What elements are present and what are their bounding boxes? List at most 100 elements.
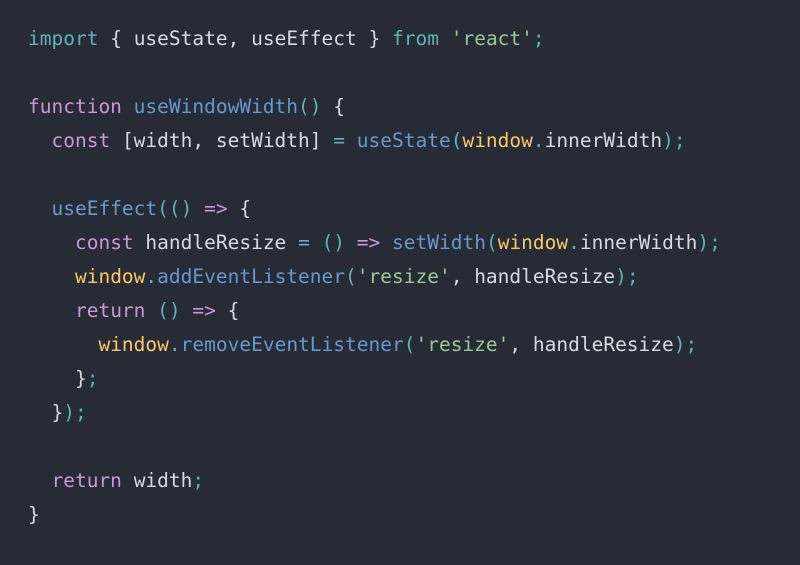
code-editor-surface[interactable]: import { useState, useEffect } from 'rea… [0,0,800,565]
code-token: innerWidth [544,129,663,152]
code-token: => [204,197,228,220]
code-token: removeEventListener [180,333,404,356]
code-token: } [74,367,87,390]
code-line: import { useState, useEffect } from 'rea… [28,22,800,56]
code-token: useEffect [51,197,158,220]
code-token: ) [615,265,627,288]
code-token: = [298,231,310,254]
code-token: handleResize [532,333,674,356]
code-token: } [28,503,40,526]
code-token: { [110,27,122,50]
code-token: 'resize' [415,333,510,356]
code-line: }; [28,362,800,396]
code-token: handleResize [474,265,616,288]
code-line: const [width, setWidth] = useState(windo… [28,124,800,158]
code-token: ( [450,129,463,152]
code-token: const [51,129,111,152]
code-token: innerWidth [579,231,698,254]
code-token: from [392,27,439,50]
code-token: ( [485,231,498,254]
code-token: useWindowWidth [133,95,299,118]
code-token: () [298,95,322,118]
code-token: ; [532,27,545,50]
code-token: window [497,231,569,254]
code-token: useState, useEffect [121,27,369,50]
code-token: ) [63,401,75,424]
code-token: 'resize' [356,265,451,288]
code-token: window [74,265,146,288]
code-token: , [509,333,522,356]
code-token: . [145,265,158,288]
code-line: return width; [28,464,800,498]
code-token: { [227,299,240,322]
code-line: return () => { [28,294,800,328]
code-token: ; [626,265,639,288]
code-token: ; [709,231,721,254]
code-token: ; [673,129,686,152]
code-token: setWidth [392,231,486,254]
code-line: function useWindowWidth() { [28,90,800,124]
code-token: . [168,333,181,356]
code-line: window.removeEventListener('resize', han… [28,328,800,362]
code-token: ) [673,333,686,356]
code-token: handleResize [145,231,287,254]
code-token: width [133,469,193,492]
code-token: . [568,231,580,254]
code-token: return [51,469,122,492]
code-token: => [192,299,216,322]
code-token: window [462,129,533,152]
code-block[interactable]: import { useState, useEffect } from 'rea… [28,22,800,532]
code-token: ( [345,265,357,288]
code-token: useState [356,129,451,152]
code-token: addEventListener [157,265,346,288]
code-token: ) [662,129,674,152]
code-token: function [28,95,122,118]
code-token: } [368,27,381,50]
code-token: ; [74,401,87,424]
code-token: window [98,333,169,356]
code-token: ; [86,367,99,390]
code-line: } [28,498,800,532]
code-token: () [157,299,181,322]
code-token: [width, setWidth] [121,129,322,152]
code-token: ( [403,333,416,356]
code-token: . [532,129,545,152]
code-token: = [333,129,346,152]
code-token: const [74,231,134,254]
code-token: 'react' [450,27,533,50]
code-token: } [51,401,64,424]
code-line: const handleResize = () => setWidth(wind… [28,226,800,260]
code-token: { [239,197,252,220]
code-line: useEffect(() => { [28,192,800,226]
code-line: }); [28,396,800,430]
code-token: (() [157,197,193,220]
